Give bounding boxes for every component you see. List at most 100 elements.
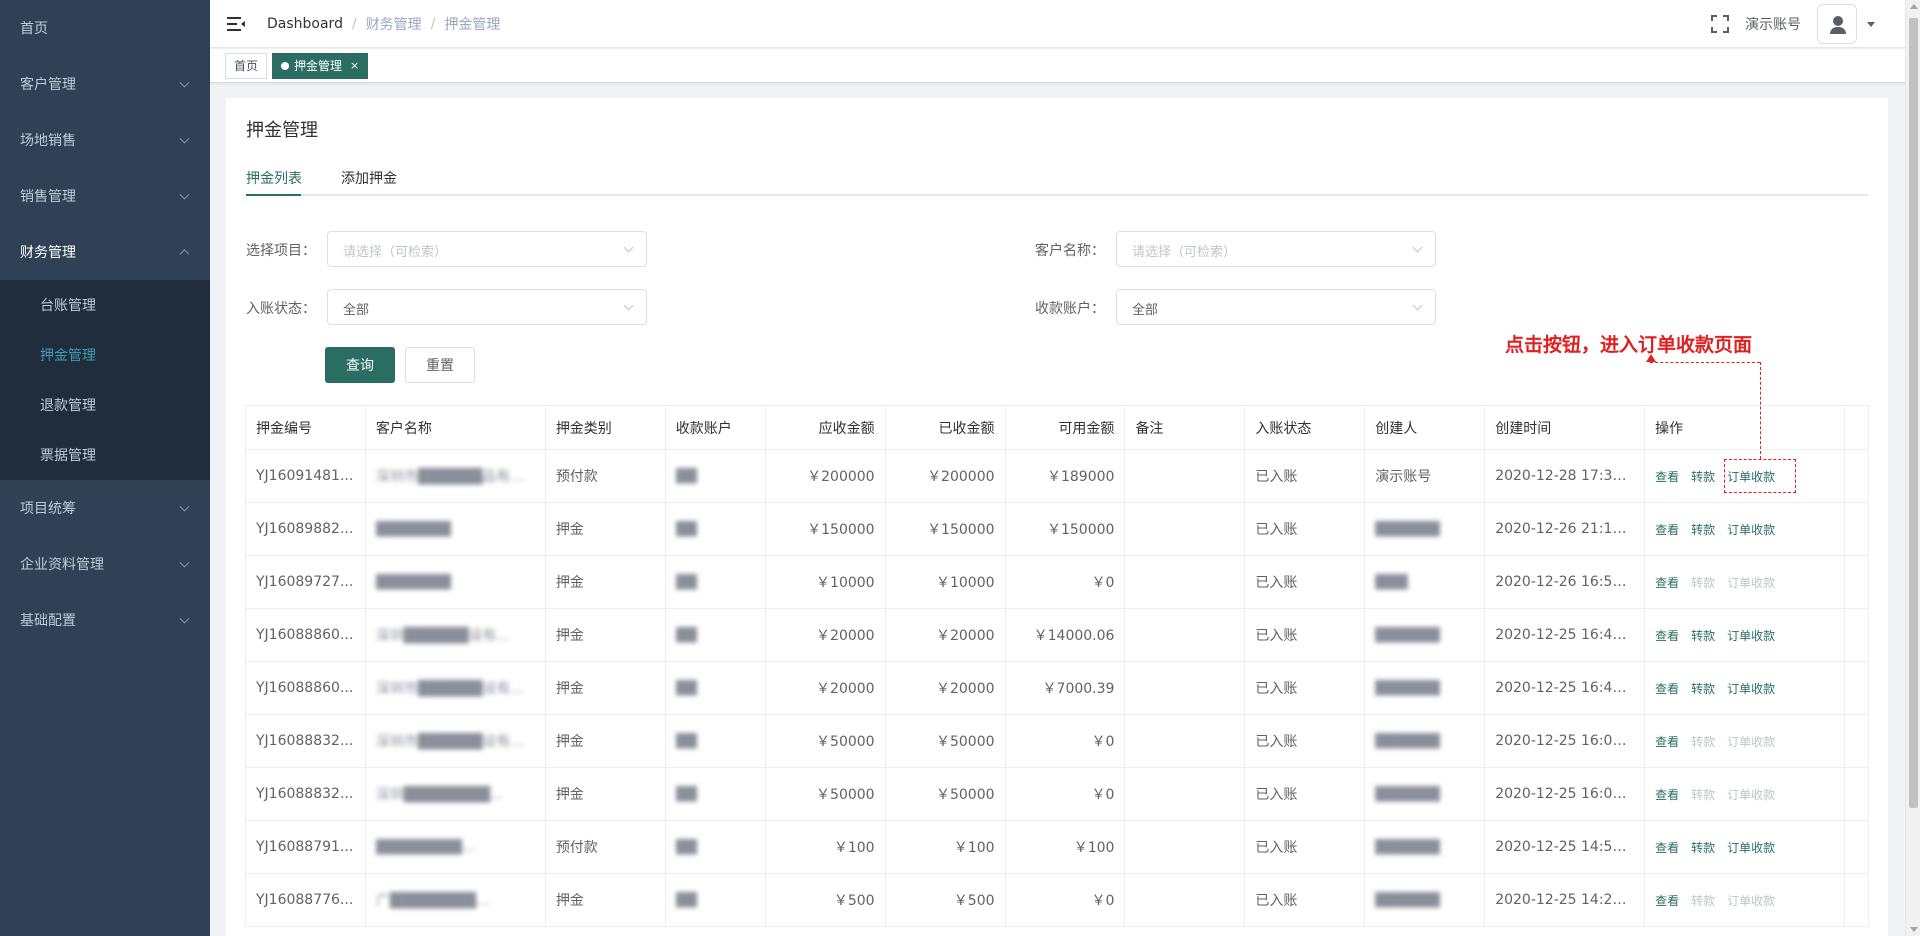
sidebar-item-label: 场地销售 [20,133,76,149]
sidebar-item-deposit[interactable]: 押金管理 [0,330,210,380]
transfer-button[interactable]: 转款 [1691,574,1715,591]
cell-created: 2020-12-25 14:52:05 [1485,821,1646,873]
sidebar-item-invoice[interactable]: 票据管理 [0,430,210,480]
cell-type-text: 预付款 [555,840,598,856]
sidebar-item-ledger[interactable]: 台账管理 [0,280,210,330]
sidebar-item-finance[interactable]: 财务管理 [0,224,210,280]
col-header: 客户名称 [366,406,546,449]
view-button[interactable]: 查看 [1655,627,1679,644]
transfer-button[interactable]: 转款 [1691,627,1715,644]
cell-available: ￥189000 [1006,450,1126,502]
view-button[interactable]: 查看 [1655,892,1679,909]
sidebar-item-home[interactable]: 首页 [0,0,210,56]
cell-status-text: 已入账 [1255,893,1298,909]
view-button[interactable]: 查看 [1655,521,1679,538]
status-select[interactable]: 全部 [327,289,647,325]
view-button[interactable]: 查看 [1655,839,1679,856]
cell-account: ██ [666,503,766,555]
cell-account-text: ██ [675,468,698,484]
gutter [1845,503,1869,555]
transfer-button[interactable]: 转款 [1691,680,1715,697]
scroll-thumb[interactable] [1909,18,1918,808]
avatar[interactable] [1817,4,1857,44]
order-receipt-button[interactable]: 订单收款 [1727,786,1775,803]
view-button[interactable]: 查看 [1655,468,1679,485]
tag-deposit[interactable]: 押金管理 × [272,52,369,79]
chevron-up-icon [179,249,190,260]
cell-receivable-text: ￥50000 [816,734,875,750]
order-receipt-button[interactable]: 订单收款 [1727,892,1775,909]
order-receipt-button[interactable]: 订单收款 [1727,680,1775,697]
project-select[interactable]: 请选择（可检索） [327,231,647,267]
reset-button[interactable]: 重置 [405,347,475,383]
cell-note [1125,609,1246,661]
col-header: 押金编号 [246,406,366,449]
col-header: 创建人 [1365,406,1486,449]
cell-status-text: 已入账 [1255,734,1298,750]
scroll-up-icon[interactable] [1910,4,1918,9]
sidebar-item-settings[interactable]: 基础配置 [0,592,210,648]
cell-id-text: YJ16088860... [256,627,354,643]
view-button[interactable]: 查看 [1655,680,1679,697]
order-receipt-button[interactable]: 订单收款 [1727,521,1775,538]
cell-created-text: 2020-12-25 16:47:24 [1495,627,1635,643]
order-receipt-button[interactable]: 订单收款 [1727,839,1775,856]
order-receipt-button[interactable]: 订单收款 [1727,733,1775,750]
cell-actions: 查看 转款 订单收款 [1645,768,1845,820]
order-receipt-button[interactable]: 订单收款 [1727,468,1775,485]
sidebar-item-customers[interactable]: 客户管理 [0,56,210,112]
scroll-down-icon[interactable] [1910,927,1918,932]
gutter [1845,406,1869,449]
close-icon[interactable]: × [350,59,359,72]
col-header: 创建时间 [1485,406,1646,449]
view-button[interactable]: 查看 [1655,786,1679,803]
cell-available-text: ￥0 [1091,787,1115,803]
transfer-button[interactable]: 转款 [1691,521,1715,538]
cell-received: ￥200000 [886,450,1006,502]
page-scrollbar[interactable] [1905,0,1920,936]
cell-type-text: 预付款 [555,469,598,485]
customer-select[interactable]: 请选择（可检索） [1116,231,1436,267]
breadcrumb-dashboard[interactable]: Dashboard [267,16,343,32]
cell-receivable-text: ￥20000 [816,628,875,644]
order-receipt-button[interactable]: 订单收款 [1727,627,1775,644]
cell-id-text: YJ16088860... [256,680,354,696]
query-button[interactable]: 查询 [325,347,395,383]
transfer-button[interactable]: 转款 [1691,468,1715,485]
sidebar-item-projects[interactable]: 项目统筹 [0,480,210,536]
sidebar-item-label: 项目统筹 [20,501,76,517]
transfer-button[interactable]: 转款 [1691,733,1715,750]
cell-account: ██ [666,609,766,661]
tab-deposit-list[interactable]: 押金列表 [246,168,302,188]
fullscreen-icon[interactable] [1711,15,1729,33]
tab-add-deposit[interactable]: 添加押金 [341,168,397,188]
caret-down-icon[interactable] [1867,21,1875,27]
order-receipt-button[interactable]: 订单收款 [1727,574,1775,591]
sidebar-item-label: 客户管理 [20,77,76,93]
cell-customer-text: 深圳████████... [375,787,504,803]
sidebar-item-company-docs[interactable]: 企业资料管理 [0,536,210,592]
tag-home[interactable]: 首页 [225,52,268,79]
transfer-button[interactable]: 转款 [1691,839,1715,856]
cell-id: YJ16089727... [246,556,366,608]
view-button[interactable]: 查看 [1655,733,1679,750]
sidebar-item-refund[interactable]: 退款管理 [0,380,210,430]
deposit-table: 押金编号 客户名称 押金类别 收款账户 应收金额 已收金额 可用金额 备注 入账… [245,405,1869,927]
cell-actions: 查看 转款 订单收款 [1645,821,1845,873]
cell-account-text: ██ [675,786,698,802]
sidebar-item-venue-sales[interactable]: 场地销售 [0,112,210,168]
cell-created: 2020-12-25 16:00:37 [1485,715,1646,767]
sidebar-item-sales[interactable]: 销售管理 [0,168,210,224]
cell-account-text: ██ [675,892,698,908]
hamburger-icon[interactable] [227,16,245,31]
page-title: 押金管理 [246,120,318,141]
cell-customer: ███████ [366,503,546,555]
cell-note [1125,874,1246,926]
view-button[interactable]: 查看 [1655,574,1679,591]
transfer-button[interactable]: 转款 [1691,892,1715,909]
account-select[interactable]: 全部 [1116,289,1436,325]
cell-available-text: ￥7000.39 [1042,681,1115,697]
cell-creator-text: ███ [1375,574,1408,590]
transfer-button[interactable]: 转款 [1691,786,1715,803]
cell-received-text: ￥20000 [935,628,995,644]
